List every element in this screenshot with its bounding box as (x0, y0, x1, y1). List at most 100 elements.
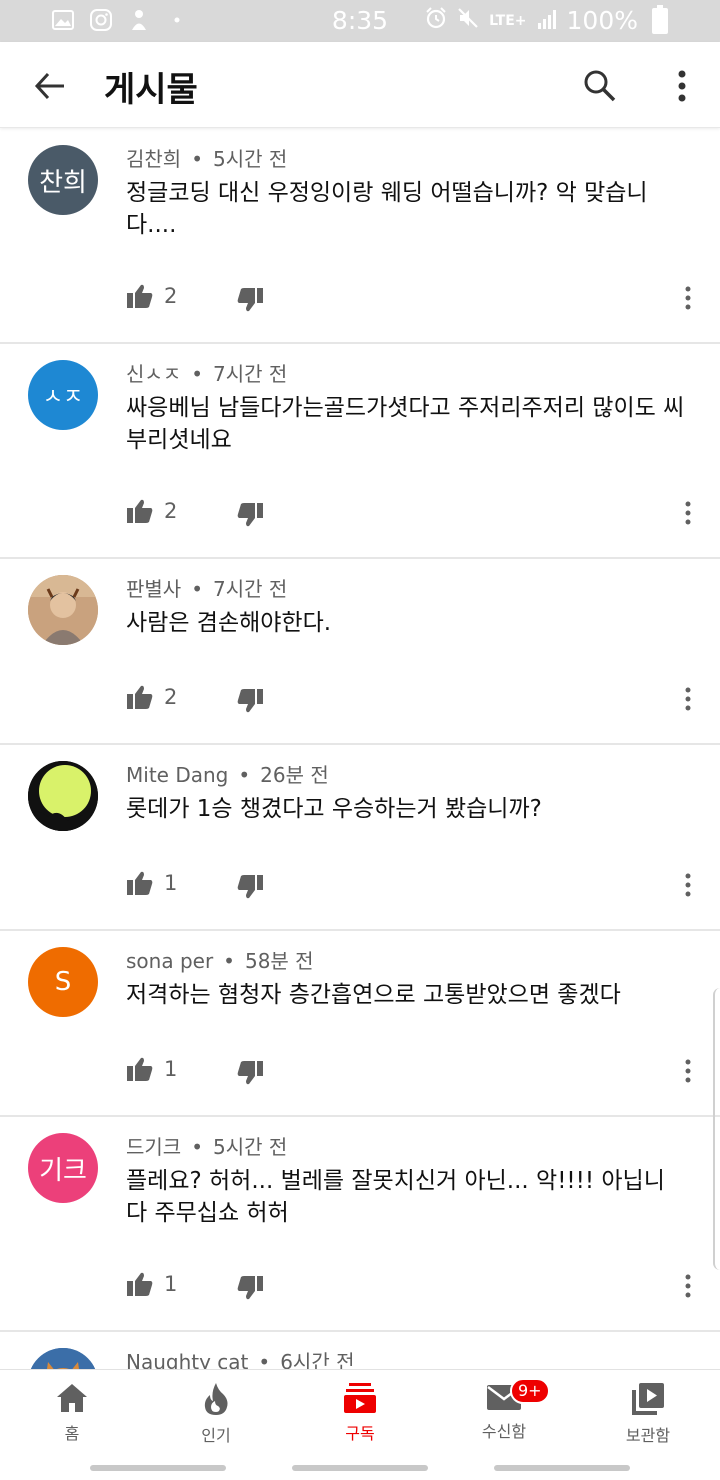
avatar[interactable]: S (28, 947, 98, 1017)
comment-item: 찬희 김찬희 • 5시간 전 정글코딩 대신 우정잉이랑 웨딩 어떨습니까? 악 맞… (0, 129, 720, 344)
back-button[interactable] (28, 64, 72, 108)
more-vert-icon (685, 501, 691, 525)
comment-author[interactable]: Mite Dang (126, 763, 228, 787)
comment-author[interactable]: Naughty cat (126, 1350, 248, 1369)
dislike-button[interactable] (236, 1274, 266, 1304)
avatar[interactable] (28, 761, 98, 831)
dislike-button[interactable] (236, 286, 266, 316)
dislike-button[interactable] (236, 873, 266, 903)
comment-more-button[interactable] (678, 1055, 698, 1087)
comment-author[interactable]: 드기크 (126, 1135, 181, 1159)
avatar-initials: S (54, 967, 72, 997)
avatar[interactable] (28, 575, 98, 645)
comment-text: 롯데가 1승 챙겼다고 우승하는거 봤습니까? (126, 796, 542, 822)
nav-subscriptions[interactable]: 구독 (288, 1370, 432, 1453)
comment-more-button[interactable] (678, 497, 698, 529)
page-title: 게시물 (104, 70, 198, 110)
cat-avatar-icon (28, 1348, 98, 1369)
comment-author[interactable]: 김찬희 (126, 147, 181, 171)
like-button[interactable] (126, 1055, 156, 1085)
comment-actions: 1 (126, 869, 706, 901)
comment-meta: 김찬희 • 5시간 전 (126, 143, 287, 172)
nav-home[interactable]: 홈 (0, 1370, 144, 1453)
avatar[interactable]: ㅅㅈ (28, 360, 98, 430)
like-button[interactable] (126, 1270, 156, 1300)
battery-icon (652, 4, 668, 34)
gesture-hint-center[interactable] (292, 1465, 428, 1471)
comment-text: 사람은 겸손해야한다. (126, 610, 332, 636)
comment-time: 5시간 전 (213, 1135, 288, 1159)
comment-time: 5시간 전 (213, 147, 288, 171)
dislike-button[interactable] (236, 1059, 266, 1089)
edge-panel-handle[interactable] (713, 988, 720, 1270)
avatar[interactable]: 찬희 (28, 145, 98, 215)
more-vert-icon (685, 1274, 691, 1298)
separator-dot: • (258, 1350, 271, 1369)
comment-time: 7시간 전 (213, 362, 288, 386)
more-vert-icon (685, 873, 691, 897)
comment-time: 26분 전 (260, 763, 329, 787)
moon-avatar-icon (28, 761, 98, 831)
comment-more-button[interactable] (678, 282, 698, 314)
network-type: LTE+ (489, 12, 527, 29)
like-count: 2 (164, 284, 178, 308)
comment-more-button[interactable] (678, 1270, 698, 1302)
comment-item: Naughty cat • 6시간 전 (0, 1332, 720, 1369)
comment-time: 7시간 전 (213, 577, 288, 601)
thumb-down-icon (237, 288, 263, 312)
like-button[interactable] (126, 683, 156, 713)
avatar[interactable]: 기크 (28, 1133, 98, 1203)
comment-meta: 판별사 • 7시간 전 (126, 573, 287, 602)
search-button[interactable] (578, 64, 622, 108)
comment-more-button[interactable] (678, 683, 698, 715)
comment-author[interactable]: 신ㅅㅈ (126, 362, 181, 386)
comment-text: 플레요? 허허... 벌레를 잘못치신거 아닌... 악!!!! 아닙니다 주무… (126, 1168, 665, 1226)
comment-actions: 2 (126, 497, 706, 529)
comment-actions: 1 (126, 1270, 706, 1302)
search-icon (584, 70, 616, 102)
app-bar: 게시물 (0, 42, 720, 128)
more-vert-icon (678, 70, 686, 102)
comment-meta: Mite Dang • 26분 전 (126, 759, 329, 788)
thumb-up-icon (127, 499, 153, 523)
comment-more-button[interactable] (678, 869, 698, 901)
like-button[interactable] (126, 869, 156, 899)
comment-author[interactable]: sona per (126, 949, 213, 973)
comment-item: Mite Dang • 26분 전 롯데가 1승 챙겼다고 우승하는거 봤습니까? … (0, 745, 720, 931)
dislike-button[interactable] (236, 687, 266, 717)
comment-time: 6시간 전 (280, 1350, 355, 1369)
arrow-left-icon (34, 72, 64, 100)
like-button[interactable] (126, 497, 156, 527)
gesture-hint-right[interactable] (494, 1465, 630, 1471)
separator-dot: • (223, 949, 235, 973)
status-bar: 8:35 LTE+ 100% (0, 0, 720, 42)
separator-dot: • (191, 577, 203, 601)
library-icon (632, 1383, 664, 1415)
separator-dot: • (191, 147, 203, 171)
comment-meta: Naughty cat • 6시간 전 (126, 1346, 355, 1369)
avatar[interactable] (28, 1348, 98, 1369)
subscriptions-icon (344, 1383, 376, 1413)
like-count: 1 (164, 1057, 178, 1081)
more-vert-icon (685, 1059, 691, 1083)
gesture-hint-left[interactable] (90, 1465, 226, 1471)
separator-dot: • (191, 362, 203, 386)
nav-home-label: 홈 (64, 1424, 80, 1443)
like-button[interactable] (126, 282, 156, 312)
comment-meta: sona per • 58분 전 (126, 945, 314, 974)
comment-item: S sona per • 58분 전 저격하는 혐청자 층간흡연으로 고통받았으면 … (0, 931, 720, 1117)
nav-trending[interactable]: 인기 (144, 1370, 288, 1453)
dislike-button[interactable] (236, 501, 266, 531)
thumb-up-icon (127, 1272, 153, 1296)
fire-icon (204, 1383, 228, 1415)
comment-actions: 1 (126, 1055, 706, 1087)
nav-library[interactable]: 보관함 (576, 1370, 720, 1453)
person-photo-icon (28, 575, 98, 645)
comment-meta: 신ㅅㅈ • 7시간 전 (126, 358, 287, 387)
comment-author[interactable]: 판별사 (126, 577, 181, 601)
nav-inbox[interactable]: 9+ 수신함 (432, 1370, 576, 1453)
comment-actions: 2 (126, 683, 706, 715)
more-options-button[interactable] (660, 64, 704, 108)
signal-icon (537, 6, 557, 35)
comment-item: ㅅㅈ 신ㅅㅈ • 7시간 전 싸응베님 남들다가는골드가셧다고 주저리주저리 많이도… (0, 344, 720, 559)
